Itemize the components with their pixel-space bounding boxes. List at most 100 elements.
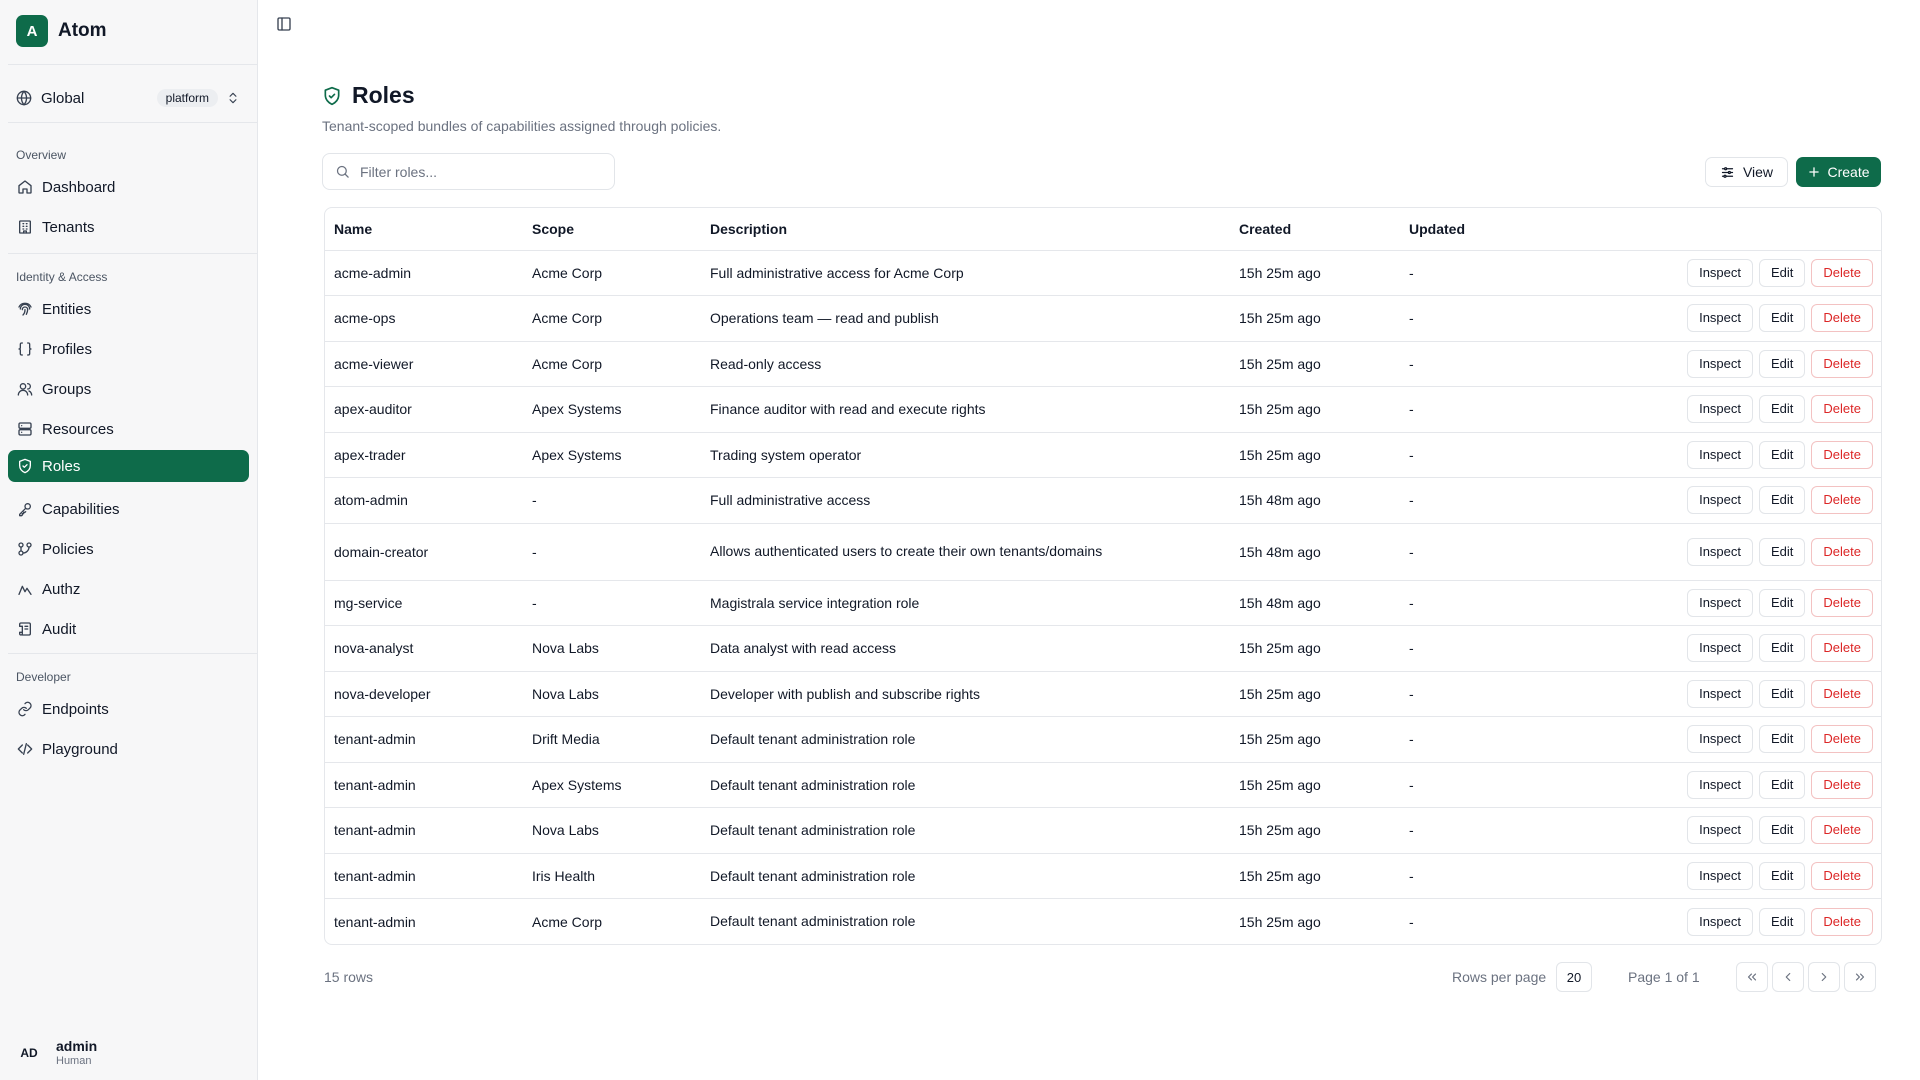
filter-input[interactable] bbox=[360, 163, 600, 180]
inspect-button[interactable]: Inspect bbox=[1687, 440, 1754, 469]
inspect-button[interactable]: Inspect bbox=[1687, 907, 1754, 936]
inspect-button[interactable]: Inspect bbox=[1687, 258, 1754, 287]
inspect-button[interactable]: Inspect bbox=[1687, 537, 1754, 566]
delete-button[interactable]: Delete bbox=[1811, 725, 1873, 754]
cell-updated: - bbox=[1400, 762, 1600, 808]
delete-button[interactable]: Delete bbox=[1811, 486, 1873, 515]
sidebar-item-dashboard[interactable]: Dashboard bbox=[8, 171, 249, 203]
cell-scope: Apex Systems bbox=[523, 386, 701, 433]
edit-button[interactable]: Edit bbox=[1759, 634, 1806, 663]
cell-actions: Inspect Edit Delete bbox=[1600, 716, 1881, 763]
sidebar-item-profiles[interactable]: Profiles bbox=[8, 333, 249, 365]
table-row: apex-trader Apex Systems Trading system op… bbox=[325, 432, 1881, 478]
edit-button[interactable]: Edit bbox=[1759, 861, 1806, 890]
delete-button[interactable]: Delete bbox=[1811, 816, 1873, 845]
scroll-icon bbox=[17, 621, 33, 637]
cell-created: 15h 25m ago bbox=[1230, 250, 1400, 296]
inspect-button[interactable]: Inspect bbox=[1687, 679, 1754, 708]
first-page-button[interactable] bbox=[1736, 962, 1768, 992]
scope-switcher[interactable]: Global platform bbox=[8, 80, 248, 116]
delete-button[interactable]: Delete bbox=[1811, 679, 1873, 708]
column-header-scope[interactable]: Scope bbox=[523, 208, 701, 251]
delete-button[interactable]: Delete bbox=[1811, 588, 1873, 617]
edit-button[interactable]: Edit bbox=[1759, 770, 1806, 799]
column-header-updated[interactable]: Updated bbox=[1400, 208, 1600, 251]
edit-button[interactable]: Edit bbox=[1759, 537, 1806, 566]
cell-name: acme-ops bbox=[325, 295, 523, 342]
delete-button[interactable]: Delete bbox=[1811, 304, 1873, 333]
cell-description: Full administrative access for Acme Corp bbox=[701, 250, 1230, 296]
fingerprint-icon bbox=[17, 301, 33, 317]
column-header-created[interactable]: Created bbox=[1230, 208, 1400, 251]
delete-button[interactable]: Delete bbox=[1811, 770, 1873, 799]
sidebar-item-tenants[interactable]: Tenants bbox=[8, 211, 249, 243]
sidebar-item-roles[interactable]: Roles bbox=[8, 450, 249, 482]
home-icon bbox=[17, 179, 33, 195]
inspect-button[interactable]: Inspect bbox=[1687, 486, 1754, 515]
brand[interactable]: A Atom bbox=[16, 15, 107, 47]
view-button[interactable]: View bbox=[1705, 157, 1788, 187]
delete-button[interactable]: Delete bbox=[1811, 537, 1873, 566]
sidebar-item-authz[interactable]: Authz bbox=[8, 573, 249, 605]
edit-button[interactable]: Edit bbox=[1759, 486, 1806, 515]
user-menu[interactable]: AD admin Human bbox=[12, 1036, 97, 1070]
delete-button[interactable]: Delete bbox=[1811, 349, 1873, 378]
table-row: apex-auditor Apex Systems Finance auditor … bbox=[325, 386, 1881, 433]
filter-field[interactable] bbox=[322, 153, 615, 190]
panel-left-icon bbox=[276, 16, 292, 32]
previous-page-button[interactable] bbox=[1772, 962, 1804, 992]
column-header-description[interactable]: Description bbox=[701, 208, 1230, 251]
delete-button[interactable]: Delete bbox=[1811, 634, 1873, 663]
delete-button[interactable]: Delete bbox=[1811, 907, 1873, 936]
activity-icon bbox=[17, 581, 33, 597]
inspect-button[interactable]: Inspect bbox=[1687, 395, 1754, 424]
cell-actions: Inspect Edit Delete bbox=[1600, 386, 1881, 433]
create-button[interactable]: Create bbox=[1796, 157, 1881, 187]
inspect-button[interactable]: Inspect bbox=[1687, 304, 1754, 333]
inspect-button[interactable]: Inspect bbox=[1687, 861, 1754, 890]
inspect-button[interactable]: Inspect bbox=[1687, 634, 1754, 663]
inspect-button[interactable]: Inspect bbox=[1687, 770, 1754, 799]
sidebar-item-policies[interactable]: Policies bbox=[8, 533, 249, 565]
next-page-button[interactable] bbox=[1808, 962, 1840, 992]
delete-button[interactable]: Delete bbox=[1811, 395, 1873, 424]
inspect-button[interactable]: Inspect bbox=[1687, 349, 1754, 378]
column-header-name[interactable]: Name bbox=[325, 208, 523, 251]
delete-button[interactable]: Delete bbox=[1811, 258, 1873, 287]
edit-button[interactable]: Edit bbox=[1759, 440, 1806, 469]
sidebar-item-endpoints[interactable]: Endpoints bbox=[8, 693, 249, 725]
edit-button[interactable]: Edit bbox=[1759, 304, 1806, 333]
cell-updated: - bbox=[1400, 386, 1600, 433]
edit-button[interactable]: Edit bbox=[1759, 725, 1806, 754]
cell-description: Magistrala service integration role bbox=[701, 580, 1230, 626]
edit-button[interactable]: Edit bbox=[1759, 349, 1806, 378]
inspect-button[interactable]: Inspect bbox=[1687, 588, 1754, 617]
plus-icon bbox=[1807, 165, 1821, 179]
cell-scope: - bbox=[523, 580, 701, 626]
sidebar-item-entities[interactable]: Entities bbox=[8, 293, 249, 325]
edit-button[interactable]: Edit bbox=[1759, 816, 1806, 845]
delete-button[interactable]: Delete bbox=[1811, 440, 1873, 469]
edit-button[interactable]: Edit bbox=[1759, 588, 1806, 617]
section-label-overview: Overview bbox=[16, 148, 67, 162]
edit-button[interactable]: Edit bbox=[1759, 258, 1806, 287]
sidebar-item-groups[interactable]: Groups bbox=[8, 373, 249, 405]
sidebar-toggle-button[interactable] bbox=[276, 16, 292, 32]
edit-button[interactable]: Edit bbox=[1759, 679, 1806, 708]
rows-per-page-select[interactable]: 20 bbox=[1556, 962, 1592, 992]
search-icon bbox=[335, 164, 350, 179]
cell-created: 15h 25m ago bbox=[1230, 853, 1400, 899]
sidebar-item-resources[interactable]: Resources bbox=[8, 413, 249, 445]
last-page-button[interactable] bbox=[1844, 962, 1876, 992]
inspect-button[interactable]: Inspect bbox=[1687, 725, 1754, 754]
edit-button[interactable]: Edit bbox=[1759, 907, 1806, 936]
sidebar-item-audit[interactable]: Audit bbox=[8, 613, 249, 645]
edit-button[interactable]: Edit bbox=[1759, 395, 1806, 424]
sidebar-item-label: Dashboard bbox=[42, 178, 116, 196]
inspect-button[interactable]: Inspect bbox=[1687, 816, 1754, 845]
cell-scope: - bbox=[523, 477, 701, 524]
delete-button[interactable]: Delete bbox=[1811, 861, 1873, 890]
chevrons-up-down-icon bbox=[226, 91, 240, 105]
sidebar-item-capabilities[interactable]: Capabilities bbox=[8, 493, 249, 525]
sidebar-item-playground[interactable]: Playground bbox=[8, 733, 249, 765]
